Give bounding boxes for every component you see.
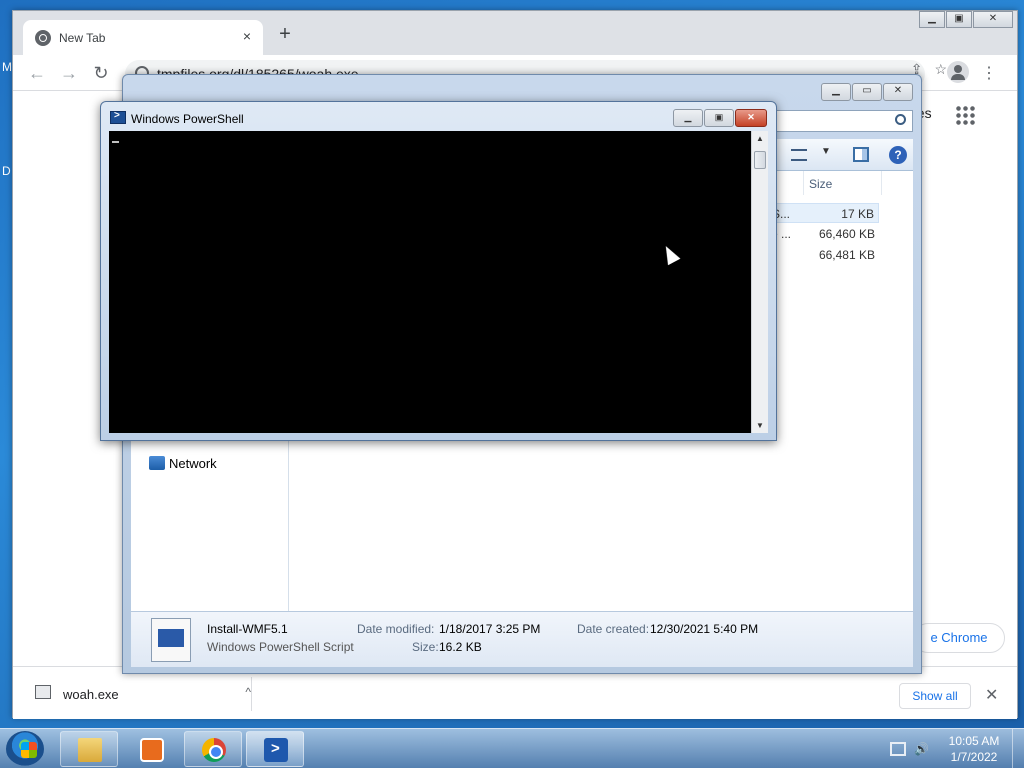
- show-desktop-button[interactable]: [1012, 729, 1024, 768]
- powershell-window-controls: ▁ ▣ ✕: [672, 109, 767, 127]
- volume-tray-icon[interactable]: 🔊: [914, 742, 930, 756]
- reload-icon[interactable]: ↻: [89, 61, 113, 85]
- desktop-icon-label-fragment: D: [2, 164, 11, 178]
- network-tray-icon[interactable]: [890, 742, 906, 756]
- tab-close-icon[interactable]: ×: [239, 28, 255, 44]
- chevron-down-icon[interactable]: ▼: [821, 146, 831, 157]
- size-label: Size:: [412, 640, 439, 654]
- close-button[interactable]: ✕: [735, 109, 767, 127]
- show-all-button[interactable]: Show all: [899, 683, 971, 709]
- customize-chrome-button[interactable]: e Chrome: [913, 623, 1005, 653]
- profile-avatar-icon[interactable]: [947, 61, 969, 83]
- powershell-script-icon: [151, 618, 191, 662]
- tab-new-tab[interactable]: New Tab ×: [23, 20, 263, 55]
- date-created-value: 12/30/2021 5:40 PM: [650, 622, 759, 636]
- search-icon: [895, 114, 906, 125]
- powershell-icon: [110, 110, 126, 124]
- date-modified-value: 1/18/2017 3:25 PM: [439, 622, 541, 636]
- minimize-button[interactable]: ▁: [821, 83, 851, 101]
- chrome-icon: [202, 738, 226, 762]
- start-button[interactable]: [6, 731, 44, 767]
- chrome-window-controls: ▁ ▣ ✕: [918, 11, 1013, 29]
- file-size: 17 KB: [841, 207, 874, 221]
- back-arrow-icon[interactable]: ←: [25, 61, 49, 85]
- close-shelf-icon[interactable]: ✕: [985, 685, 998, 705]
- nav-item-label: Network: [169, 456, 217, 471]
- powershell-icon: [264, 738, 288, 762]
- file-row[interactable]: e ... 66,460 KB: [771, 224, 879, 244]
- new-tab-button[interactable]: +: [275, 24, 295, 45]
- scroll-up-icon[interactable]: ▲: [756, 134, 764, 143]
- column-divider: [881, 171, 882, 195]
- text-cursor: [112, 141, 119, 143]
- clock-date[interactable]: 1/7/2022: [944, 750, 1004, 764]
- taskbar-media-player[interactable]: [122, 731, 180, 767]
- column-divider: [803, 171, 804, 195]
- file-size: 66,481 KB: [818, 248, 875, 262]
- powershell-window: Windows PowerShell ▁ ▣ ✕ ▲ ▼: [100, 101, 777, 441]
- file-row[interactable]: 66,481 KB: [771, 245, 879, 265]
- vertical-scrollbar[interactable]: ▲ ▼: [751, 131, 768, 433]
- scroll-thumb[interactable]: [754, 151, 766, 169]
- details-file-type: Windows PowerShell Script: [207, 640, 354, 654]
- close-button[interactable]: ✕: [883, 83, 913, 101]
- explorer-window-controls: ▁ ▭ ✕: [820, 83, 913, 101]
- taskbar-chrome[interactable]: [184, 731, 242, 767]
- window-title: Windows PowerShell: [131, 112, 244, 126]
- download-item[interactable]: woah.exe ^: [33, 683, 251, 707]
- file-size: 66,460 KB: [818, 227, 875, 241]
- maximize-button[interactable]: ▭: [852, 83, 882, 101]
- chrome-menu-icon[interactable]: ⋮: [981, 63, 997, 83]
- tab-strip: New Tab × + ▁ ▣ ✕: [13, 11, 1017, 55]
- preview-pane-icon[interactable]: [853, 147, 869, 162]
- taskbar-powershell[interactable]: [246, 731, 304, 767]
- console-area[interactable]: [109, 131, 751, 433]
- network-icon: [149, 456, 165, 470]
- column-header-size[interactable]: Size: [809, 177, 832, 191]
- chrome-favicon-icon: [35, 30, 51, 46]
- minimize-button[interactable]: ▁: [673, 109, 703, 127]
- close-button[interactable]: ✕: [973, 11, 1013, 28]
- divider: [251, 677, 252, 711]
- folder-icon: [78, 738, 102, 762]
- tab-title: New Tab: [59, 31, 106, 45]
- details-pane: Install-WMF5.1 Windows PowerShell Script…: [131, 611, 913, 667]
- taskbar: 🔊 10:05 AM 1/7/2022: [0, 728, 1024, 768]
- help-icon[interactable]: ?: [889, 146, 907, 164]
- date-modified-label: Date modified:: [357, 622, 435, 636]
- clock-time[interactable]: 10:05 AM: [944, 734, 1004, 748]
- media-player-icon: [140, 738, 164, 762]
- bookmark-star-icon[interactable]: ☆: [934, 61, 947, 78]
- minimize-button[interactable]: ▁: [919, 11, 945, 28]
- taskbar-explorer[interactable]: [60, 731, 118, 767]
- forward-arrow-icon[interactable]: →: [57, 61, 81, 85]
- scroll-down-icon[interactable]: ▼: [756, 421, 764, 430]
- google-apps-icon[interactable]: [955, 105, 975, 125]
- desktop-icon-label-fragment: M: [2, 60, 12, 74]
- exe-file-icon: [35, 685, 51, 699]
- explorer-search-input[interactable]: [763, 110, 913, 132]
- download-filename: woah.exe: [63, 687, 119, 702]
- details-file-name: Install-WMF5.1: [207, 622, 288, 636]
- size-value: 16.2 KB: [439, 640, 482, 654]
- file-row[interactable]: S... 17 KB: [771, 203, 879, 223]
- date-created-label: Date created:: [577, 622, 650, 636]
- maximize-button[interactable]: ▣: [704, 109, 734, 127]
- windows-logo-icon: [21, 742, 37, 758]
- restore-button[interactable]: ▣: [946, 11, 972, 28]
- nav-item-network[interactable]: Network: [149, 456, 217, 471]
- change-view-icon[interactable]: [791, 149, 807, 161]
